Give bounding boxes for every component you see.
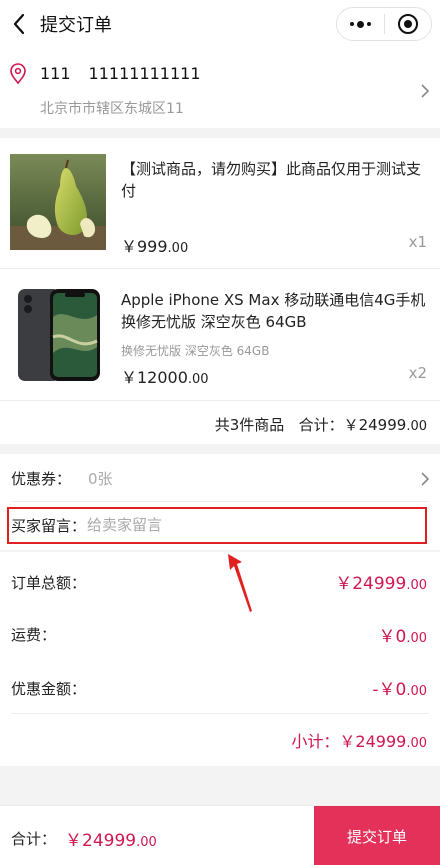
discount-label: 优惠金额： [11, 680, 87, 698]
discount-dec: .00 [406, 684, 427, 699]
highlight-box [7, 507, 427, 544]
goods-total: 共3件商品 合计：￥24999.00 [215, 414, 427, 435]
recipient-line: 111 11111111111 [40, 64, 219, 83]
capsule-close-icon [397, 14, 418, 34]
product-title: 【测试商品，请勿购买】此商品仅用于测试支付 [121, 160, 422, 200]
coupon-row[interactable]: 优惠券： 0张 [0, 454, 440, 502]
divider [0, 400, 440, 401]
location-pin-icon [10, 63, 26, 85]
product-price: ￥12000.00 [121, 364, 209, 388]
subtotal-dec: .00 [406, 736, 427, 751]
submit-order-button[interactable]: 提交订单 [314, 806, 440, 865]
chevron-left-icon [13, 13, 25, 35]
product-spec: 换修无忧版 深空灰色 64GB [121, 344, 270, 358]
product-price: ￥999.00 [121, 233, 188, 257]
shipping-value: ￥0.00 [378, 622, 427, 647]
bottom-bar: 合计： ￥24999.00 提交订单 [0, 805, 440, 865]
pear-product-image [10, 154, 106, 250]
price-integer: ￥12000 [121, 368, 188, 387]
shipping-label: 运费： [11, 626, 57, 644]
annotation-arrow-icon [228, 554, 252, 612]
recipient-phone: 11111111111 [88, 64, 201, 83]
goods-list: 【测试商品，请勿购买】此商品仅用于测试支付 ￥999.00 x1 Apple i… [0, 138, 440, 444]
shipping-int: ￥0 [378, 627, 407, 647]
goods-total-dec: .00 [406, 419, 427, 434]
coupon-label: 优惠券： [11, 470, 72, 488]
iphone-product-image [10, 287, 106, 383]
more-dots-icon [349, 20, 371, 28]
goods-total-int: ￥24999 [343, 416, 407, 434]
chevron-right-icon [421, 472, 430, 486]
list-item[interactable]: 【测试商品，请勿购买】此商品仅用于测试支付 ￥999.00 x1 [0, 138, 440, 268]
order-total-value: ￥24999.00 [335, 569, 427, 594]
recipient-name: 111 [40, 64, 71, 83]
bottom-total-amount: ￥24999.00 [65, 826, 157, 851]
bottom-total-int: ￥24999 [65, 831, 137, 851]
list-item[interactable]: Apple iPhone XS Max 移动联通电信4G手机 换修无忧版 深空灰… [0, 269, 440, 399]
goods-count: 共3件商品 [214, 416, 285, 434]
navbar: 提交订单 [0, 0, 440, 48]
subtotal-label: 小计： [291, 732, 340, 751]
page-title: 提交订单 [40, 15, 112, 36]
price-integer: ￥999 [121, 237, 168, 256]
product-quantity: x1 [408, 233, 427, 251]
goods-total-label: 合计： [298, 416, 344, 434]
divider [11, 501, 429, 502]
discount-value: -￥0.00 [372, 675, 427, 700]
bottom-total-label: 合计： [11, 830, 57, 848]
product-title: Apple iPhone XS Max 移动联通电信4G手机 换修无忧版 深空灰… [121, 291, 426, 331]
shipping-dec: .00 [406, 631, 427, 646]
discount-int: -￥0 [372, 680, 407, 700]
chevron-right-icon [421, 84, 430, 98]
coupon-value: 0张 [88, 470, 113, 488]
address-detail: 北京市市辖区东城区11 [40, 101, 184, 117]
close-mini-program-button[interactable] [385, 8, 432, 40]
product-quantity: x2 [408, 364, 427, 382]
subtotal: 小计：￥24999.00 [291, 728, 427, 752]
mini-program-capsule [336, 7, 432, 41]
bottom-total-dec: .00 [136, 835, 157, 850]
subtotal-int: ￥24999 [339, 732, 407, 751]
order-total-label: 订单总额： [11, 574, 87, 592]
back-button[interactable] [0, 0, 38, 48]
more-button[interactable] [337, 8, 384, 40]
price-decimal: .00 [167, 241, 189, 256]
order-total-int: ￥24999 [335, 574, 407, 594]
divider [11, 713, 429, 714]
price-decimal: .00 [187, 372, 209, 387]
order-total-dec: .00 [406, 578, 427, 593]
